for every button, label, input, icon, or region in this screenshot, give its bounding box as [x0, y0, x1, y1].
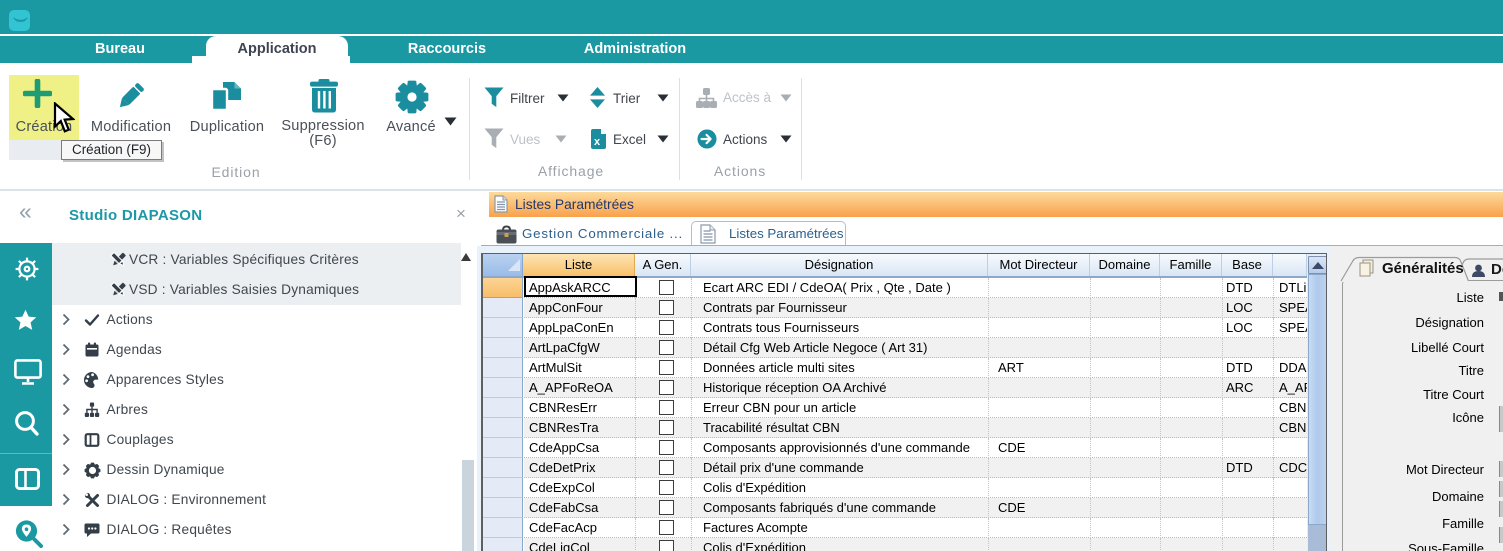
svg-text:x: x — [594, 136, 601, 148]
